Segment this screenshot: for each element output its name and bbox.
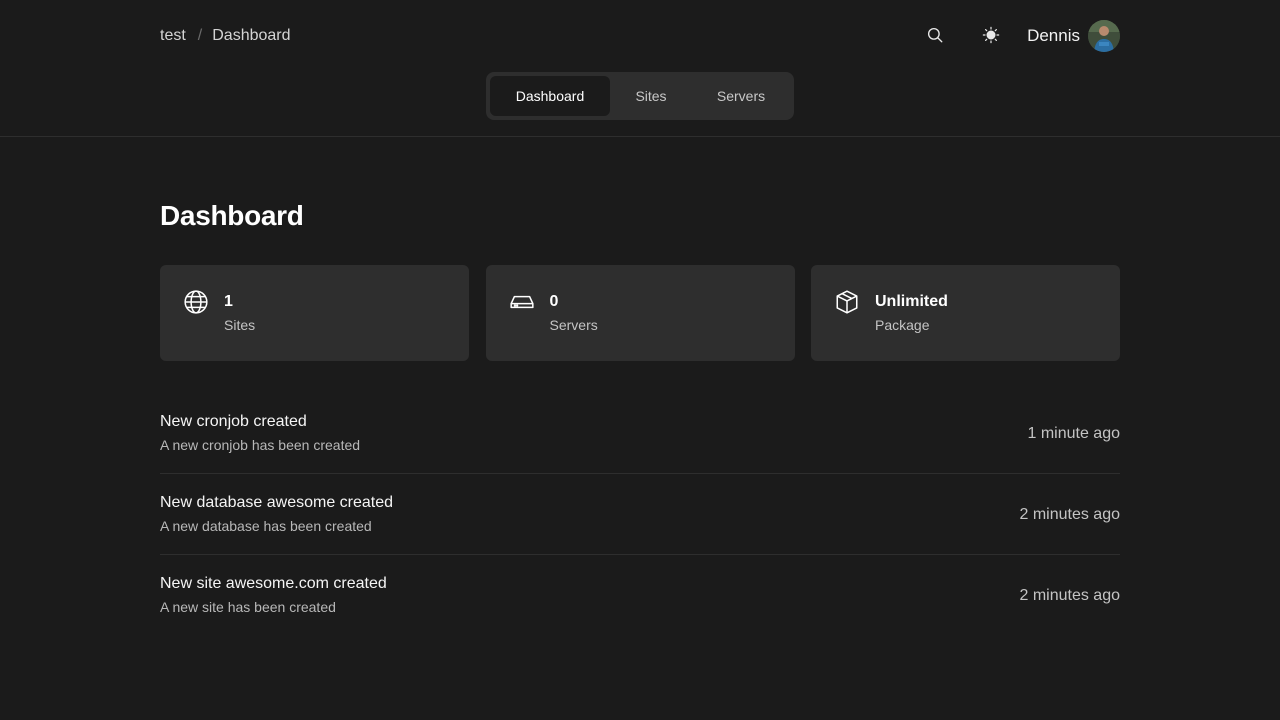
search-icon: [926, 26, 944, 47]
top-header: test / Dashboard Dennis Dashboard Sites …: [0, 0, 1280, 137]
stat-label-package: Package: [875, 317, 930, 333]
activity-item: New cronjob created A new cronjob has be…: [160, 393, 1120, 474]
stat-card-package: Unlimited Package: [811, 265, 1120, 361]
activity-title: New cronjob created: [160, 413, 307, 430]
header-actions: Dennis: [919, 20, 1120, 52]
breadcrumb-current: Dashboard: [212, 27, 291, 44]
activity-time: 2 minutes ago: [1019, 506, 1120, 523]
stats-row: 1 Sites 0 Servers Unlimited Package: [160, 265, 1120, 361]
stat-value-package: Unlimited: [875, 293, 948, 310]
activity-description: A new database has been created: [160, 518, 372, 534]
user-name: Dennis: [1027, 26, 1080, 45]
activity-time: 2 minutes ago: [1019, 587, 1120, 604]
stat-label-servers: Servers: [549, 317, 598, 333]
activity-item: New database awesome created A new datab…: [160, 474, 1120, 555]
globe-icon: [183, 289, 209, 315]
avatar: [1088, 20, 1120, 52]
tab-dashboard[interactable]: Dashboard: [490, 76, 610, 116]
activity-description: A new cronjob has been created: [160, 437, 361, 453]
breadcrumb-separator: /: [197, 27, 203, 44]
breadcrumb: test / Dashboard: [160, 26, 291, 46]
stat-label-sites: Sites: [224, 317, 256, 333]
sun-icon: [982, 26, 1000, 47]
stat-card-servers: 0 Servers: [485, 265, 795, 361]
main-tabs: Dashboard Sites Servers: [486, 72, 794, 120]
package-cube-icon: [834, 289, 860, 315]
stat-value-sites: 1: [224, 293, 233, 310]
theme-toggle-button[interactable]: [975, 20, 1007, 52]
activity-time: 1 minute ago: [1027, 425, 1120, 442]
activity-title: New site awesome.com created: [160, 575, 387, 592]
page-title: Dashboard: [160, 200, 304, 231]
activity-description: A new site has been created: [160, 599, 336, 615]
server-drive-icon: [509, 289, 535, 315]
stat-value-servers: 0: [549, 293, 559, 310]
search-button[interactable]: [919, 20, 951, 52]
activity-list: New cronjob created A new cronjob has be…: [160, 393, 1120, 636]
activity-title: New database awesome created: [160, 494, 394, 511]
tab-servers[interactable]: Servers: [692, 76, 790, 116]
tab-sites[interactable]: Sites: [610, 76, 692, 116]
user-menu[interactable]: Dennis: [1027, 20, 1120, 52]
activity-item: New site awesome.com created A new site …: [160, 555, 1120, 636]
stat-card-sites: 1 Sites: [160, 265, 469, 361]
breadcrumb-project-link[interactable]: test: [160, 27, 186, 45]
